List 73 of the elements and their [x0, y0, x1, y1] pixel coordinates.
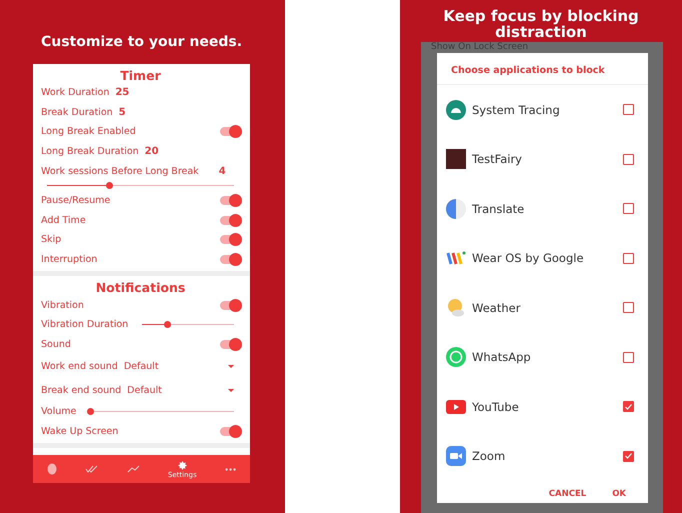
- toggle-switch[interactable]: [220, 235, 240, 244]
- checkbox[interactable]: [623, 302, 634, 314]
- app-name: Zoom: [472, 449, 506, 464]
- app-name: WhatsApp: [472, 350, 532, 364]
- colored-stripes-icon: [446, 250, 466, 266]
- setting-label: Skip: [41, 234, 62, 246]
- android-app-icon: [446, 100, 466, 120]
- app-name: Wear OS by Google: [472, 251, 585, 266]
- checkbox[interactable]: [623, 352, 634, 363]
- setting-label: Vibration Duration: [41, 319, 128, 330]
- setting-label: Interruption: [41, 254, 98, 266]
- headline: Customize to your needs.: [40, 34, 244, 50]
- more-icon: [224, 468, 236, 470]
- setting-label: Add Time: [41, 214, 86, 226]
- setting-value[interactable]: 25: [115, 87, 130, 98]
- checkbox[interactable]: [623, 252, 634, 264]
- toggle-switch[interactable]: [220, 196, 240, 206]
- section-title: Notifications: [94, 280, 186, 296]
- checkbox[interactable]: [623, 154, 634, 165]
- slider-thumb[interactable]: [87, 408, 94, 416]
- app-name: YouTube: [472, 400, 520, 414]
- setting-label: Sound: [41, 338, 71, 350]
- double-check-icon: [85, 465, 98, 473]
- chat-phone-icon: [446, 347, 466, 368]
- setting-value[interactable]: 5: [118, 106, 126, 118]
- nav-tab[interactable]: [126, 465, 140, 473]
- setting-label: Volume: [41, 406, 76, 418]
- toggle-switch[interactable]: [220, 216, 240, 225]
- trend-line-icon: [126, 465, 140, 473]
- nav-tab[interactable]: [224, 468, 236, 470]
- app-name: System Tracing: [472, 102, 561, 117]
- slider-thumb[interactable]: [164, 321, 171, 328]
- dropdown-caret-icon: [228, 388, 234, 392]
- setting-label: Vibration: [41, 300, 84, 311]
- toggle-switch[interactable]: [220, 127, 240, 136]
- setting-label: Long Break Duration: [41, 146, 139, 158]
- section-title: Timer: [119, 68, 162, 83]
- toggle-switch[interactable]: [220, 340, 240, 349]
- toggle-switch[interactable]: [220, 300, 240, 310]
- dropdown-value[interactable]: Default: [127, 384, 222, 396]
- nav-tab[interactable]: [85, 465, 98, 473]
- translate-app-icon: [446, 198, 466, 219]
- checkbox[interactable]: [623, 104, 634, 116]
- play-icon: [446, 400, 466, 414]
- app-tile-icon: [446, 149, 466, 170]
- setting-label: Pause/Resume: [41, 195, 110, 206]
- setting-label: Wake Up Screen: [41, 426, 118, 438]
- dialog-button[interactable]: OK: [610, 487, 628, 501]
- app-name: Translate: [472, 202, 526, 216]
- setting-label: Break end sound: [41, 384, 122, 396]
- setting-label: Break Duration: [41, 106, 113, 118]
- dialog-button[interactable]: CANCEL: [546, 487, 588, 501]
- checkbox[interactable]: [623, 450, 634, 462]
- setting-label: Work end sound: [41, 360, 118, 372]
- headline: Keep focus by blocking distraction: [442, 6, 640, 42]
- app-name: Weather: [472, 300, 522, 315]
- slider-thumb[interactable]: [106, 182, 113, 190]
- checkbox[interactable]: [623, 401, 634, 412]
- app-name: TestFairy: [472, 152, 523, 166]
- video-camera-icon: [446, 446, 466, 466]
- toggle-switch[interactable]: [220, 255, 240, 264]
- setting-label: Long Break Enabled: [41, 126, 136, 138]
- dropdown-value[interactable]: Default: [124, 360, 222, 372]
- settings-icon: [176, 460, 188, 470]
- dialog-title: Choose applications to block: [437, 53, 648, 85]
- checkbox[interactable]: [623, 203, 634, 214]
- setting-value[interactable]: 20: [144, 146, 159, 158]
- dropdown-caret-icon: [228, 364, 234, 368]
- toggle-switch[interactable]: [220, 427, 240, 436]
- sun-cloud-icon: [446, 298, 466, 318]
- setting-label: Work sessions Before Long Break: [41, 166, 199, 177]
- setting-value[interactable]: 4: [218, 166, 226, 177]
- setting-label: Work Duration: [41, 87, 110, 98]
